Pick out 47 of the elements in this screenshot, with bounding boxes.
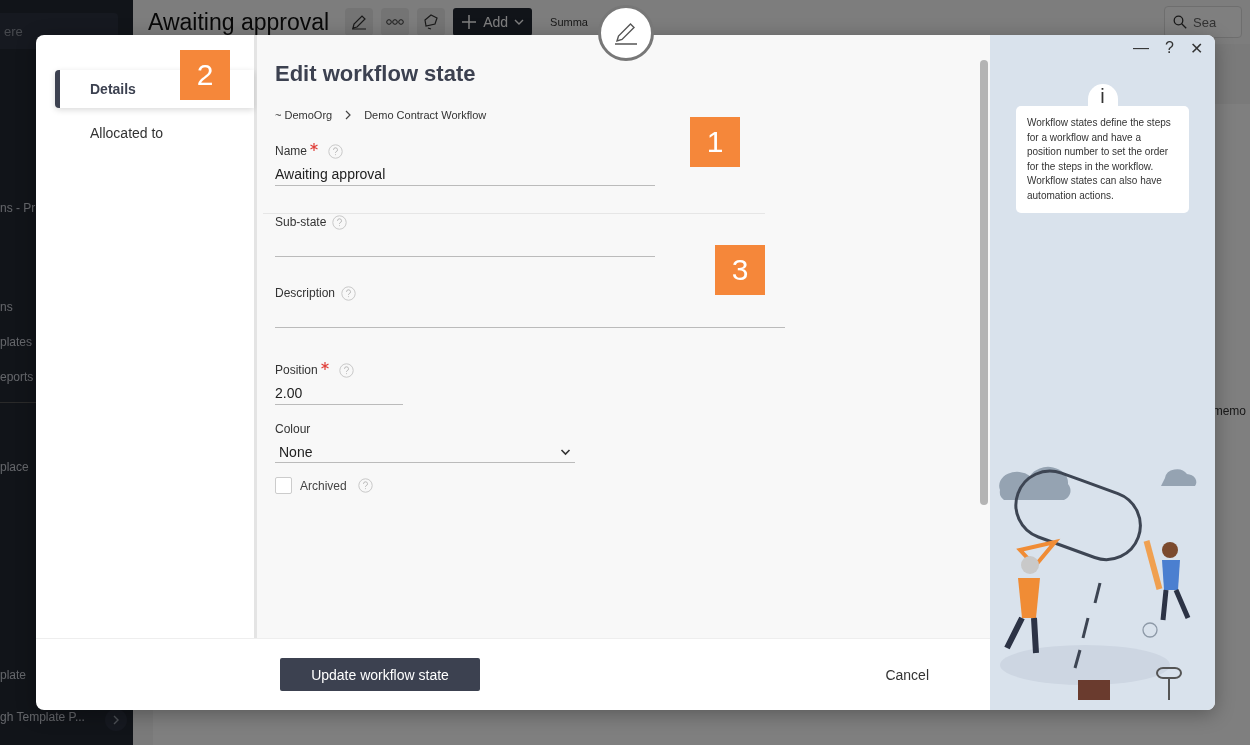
chevron-icon — [344, 110, 353, 120]
summary-tab[interactable]: Summa — [550, 16, 588, 28]
breadcrumb-link[interactable]: Demo Contract Workflow — [364, 109, 487, 121]
more-icon — [386, 18, 405, 26]
field-label: Name — [275, 144, 307, 158]
cancel-button[interactable]: Cancel — [879, 665, 935, 684]
add-button[interactable]: Add — [453, 8, 533, 36]
dialog-title: Edit workflow state — [275, 61, 477, 87]
required-icon — [320, 362, 329, 370]
caret-icon — [514, 18, 525, 26]
field-label: Colour — [275, 422, 311, 436]
caret-icon — [560, 447, 571, 456]
checkbox[interactable] — [275, 477, 292, 494]
help-button[interactable]: ? — [1165, 39, 1174, 58]
bell-button[interactable] — [417, 8, 446, 36]
help-icon[interactable] — [338, 362, 354, 378]
pencil-icon — [613, 20, 639, 46]
required-icon — [310, 143, 318, 151]
help-icon[interactable] — [357, 478, 373, 493]
page-title: Awaiting approval — [148, 8, 330, 36]
checkbox-label: Archived — [300, 478, 347, 493]
close-button[interactable]: ✕ — [1190, 39, 1203, 58]
plus-icon — [461, 14, 478, 30]
pencil-icon — [350, 13, 369, 31]
search-icon — [1173, 15, 1187, 29]
more-button[interactable] — [381, 8, 410, 36]
scrollbar[interactable] — [980, 60, 988, 505]
step-marker: 2 — [180, 50, 230, 100]
breadcrumb-link[interactable]: ~ DemoOrg — [275, 109, 333, 121]
help-icon[interactable] — [332, 214, 348, 230]
update-button[interactable]: Update workflow state — [280, 658, 480, 691]
help-icon[interactable] — [328, 143, 343, 159]
field-label: Position — [275, 363, 318, 377]
input-field[interactable]: Awaiting approval — [275, 163, 655, 186]
tab[interactable]: Allocated to — [55, 114, 254, 152]
step-marker: 1 — [690, 117, 740, 167]
colour-select[interactable]: None — [275, 441, 575, 463]
field-label: Description — [275, 286, 336, 300]
step-marker: 3 — [715, 245, 765, 295]
input-field[interactable]: 2.00 — [275, 382, 403, 405]
field-label: Sub-state — [275, 215, 327, 229]
minimize-button[interactable]: — — [1133, 39, 1150, 58]
help-icon[interactable] — [341, 285, 357, 301]
chevron-icon — [112, 715, 120, 725]
info-text: Workflow states define the steps for a workflow and have a position number to set the order for the steps in the workflow. Workflow states can also have automation actions. — [1016, 106, 1189, 213]
edit-button[interactable] — [345, 8, 374, 36]
expand-button[interactable] — [105, 709, 127, 731]
